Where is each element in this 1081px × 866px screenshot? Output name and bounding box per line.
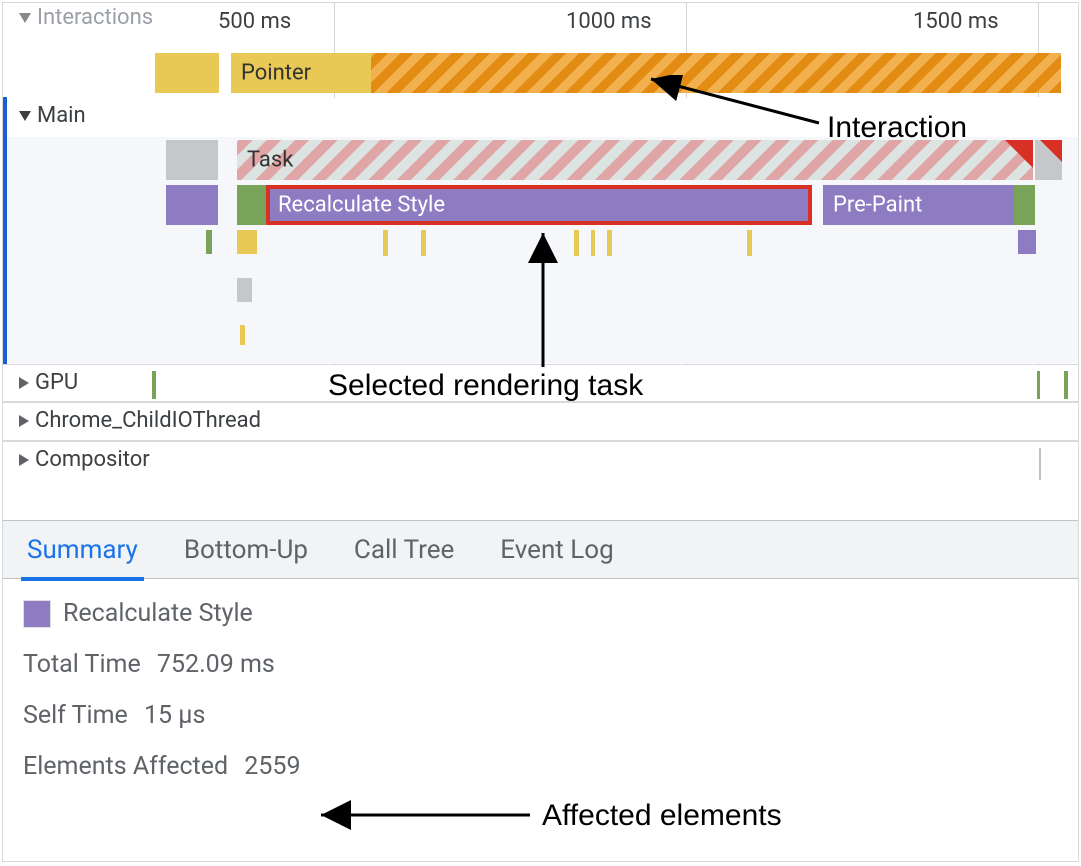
subblock-yellow-2[interactable]: [383, 230, 388, 256]
pre-paint-block[interactable]: Pre-Paint: [823, 185, 1014, 225]
summary-elements-affected-value: 2559: [244, 752, 300, 781]
childio-track[interactable]: Chrome_ChildIOThread: [3, 402, 1078, 441]
gpu-tick-1: [152, 371, 156, 399]
ruler-tick-2: 1500 ms: [913, 9, 999, 34]
subblock-yellow-4[interactable]: [574, 230, 579, 256]
summary-self-time-label: Self Time: [23, 701, 128, 730]
summary-panel: Recalculate Style Total Time 752.09 ms S…: [3, 581, 1078, 861]
chevron-right-icon: [19, 415, 29, 427]
details-tabs: Summary Bottom-Up Call Tree Event Log: [3, 520, 1078, 579]
task-trailing-grey[interactable]: [1035, 140, 1062, 180]
prepaint-label: Pre-Paint: [833, 193, 922, 218]
gpu-tick-3: [1064, 371, 1068, 399]
tab-bottom-up[interactable]: Bottom-Up: [180, 535, 312, 565]
subblock-green-1[interactable]: [206, 230, 212, 254]
summary-title: Recalculate Style: [63, 599, 253, 628]
subblock-purple-1[interactable]: [1018, 230, 1036, 254]
warning-corner-icon: [1005, 140, 1033, 168]
chevron-right-icon: [19, 377, 29, 389]
interaction-pointer-yellow[interactable]: Pointer: [231, 53, 371, 93]
main-track[interactable]: [3, 98, 1078, 363]
compositor-label: Compositor: [35, 447, 150, 472]
subblock-yellow-6[interactable]: [607, 230, 612, 256]
subblock-yellow-1[interactable]: [237, 230, 257, 254]
childio-label: Chrome_ChildIOThread: [35, 408, 261, 433]
task-block[interactable]: Task: [237, 140, 1033, 180]
ruler-tick-0: 500 ms: [218, 9, 291, 34]
time-ruler: 500 ms 1000 ms 1500 ms: [3, 3, 1078, 35]
gpu-label: GPU: [35, 370, 78, 395]
summary-color-swatch: [23, 600, 51, 628]
gpu-tick-2: [1037, 371, 1040, 399]
recalculate-style-block[interactable]: Recalculate Style: [266, 185, 812, 225]
summary-total-time-label: Total Time: [23, 650, 141, 679]
chevron-down-icon: [19, 111, 31, 121]
subblock-grey-1[interactable]: [237, 278, 252, 302]
warning-corner-icon-2: [1040, 140, 1062, 162]
green-block-right[interactable]: [1014, 185, 1035, 225]
subblock-yellow-3[interactable]: [421, 230, 426, 256]
compositor-tick: [1039, 448, 1041, 480]
ruler-tick-1: 1000 ms: [566, 9, 652, 34]
main-header[interactable]: Main: [3, 103, 1078, 128]
task-preblock[interactable]: [166, 140, 218, 180]
compositor-track[interactable]: Compositor: [3, 441, 1078, 520]
summary-total-time-value: 752.09 ms: [157, 650, 275, 679]
pointer-label: Pointer: [241, 61, 311, 86]
selection-vertical-bar: [3, 97, 7, 365]
subblock-yellow-bottom[interactable]: [240, 325, 245, 345]
gpu-track[interactable]: GPU: [3, 364, 1078, 402]
interaction-pre-yellow[interactable]: [155, 53, 219, 93]
task-label: Task: [247, 148, 293, 173]
green-block-left[interactable]: [237, 185, 266, 225]
main-label: Main: [37, 103, 86, 128]
summary-self-time-value: 15 µs: [144, 701, 205, 730]
subblock-yellow-5[interactable]: [591, 230, 595, 256]
recalc-preblock[interactable]: [166, 185, 218, 225]
summary-elements-affected-label: Elements Affected: [23, 752, 228, 781]
tab-summary[interactable]: Summary: [23, 535, 142, 565]
tab-call-tree[interactable]: Call Tree: [350, 535, 458, 565]
tab-event-log[interactable]: Event Log: [496, 535, 617, 565]
interaction-striped[interactable]: [371, 53, 1061, 93]
subblock-yellow-7[interactable]: [747, 230, 752, 256]
recalc-label: Recalculate Style: [278, 193, 445, 218]
chevron-right-icon: [19, 454, 29, 466]
